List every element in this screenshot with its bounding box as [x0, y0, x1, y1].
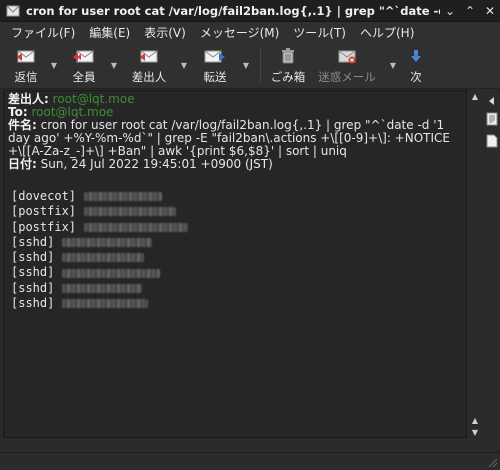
from-label: 差出人:	[8, 92, 49, 106]
menu-file[interactable]: ファイル(F)	[4, 24, 82, 41]
log-tag: [dovecot]	[11, 189, 77, 203]
forward-button[interactable]: 転送	[192, 43, 238, 87]
body-line: [sshd]	[11, 265, 466, 280]
log-tag: [sshd]	[11, 250, 55, 265]
subject-label: 件名:	[8, 118, 37, 132]
sender-icon	[140, 50, 158, 63]
scroll-down-button[interactable]: ▼	[469, 426, 481, 438]
document-icon[interactable]	[486, 112, 498, 126]
log-tag: [postfix]	[11, 219, 77, 234]
minimize-button[interactable]: ⌄	[440, 0, 460, 22]
menu-bar: ファイル(F) 編集(E) 表示(V) メッセージ(M) ツール(T) ヘルプ(…	[0, 22, 500, 43]
toolbar: 返信 ▼ 全員 ▼ 差出人 ▼ 転送 ▼ ごみ箱 迷惑メール ▼ 次	[0, 43, 500, 89]
forward-icon	[204, 50, 225, 63]
sender-label: 差出人	[131, 70, 167, 84]
menu-help[interactable]: ヘルプ(H)	[353, 24, 421, 41]
close-button[interactable]: ✕	[480, 0, 500, 22]
log-tag: [sshd]	[11, 280, 55, 295]
trash-button[interactable]: ごみ箱	[267, 43, 309, 87]
sender-dropdown[interactable]: ▼	[176, 43, 192, 87]
menu-message[interactable]: メッセージ(M)	[193, 24, 286, 41]
body-line: [postfix]	[11, 220, 466, 235]
body-line: [sshd]	[11, 281, 466, 296]
date-label: 日付:	[8, 157, 37, 171]
subject-value: cron for user root cat /var/log/fail2ban…	[8, 118, 450, 158]
subject-header: 件名: cron for user root cat /var/log/fail…	[8, 119, 462, 158]
reply-label: 返信	[14, 70, 38, 84]
redacted-ip	[62, 268, 161, 278]
log-tag: [sshd]	[11, 265, 55, 280]
junk-button[interactable]: 迷惑メール	[309, 43, 385, 87]
window-title: cron for user root cat /var/log/fail2ban…	[26, 3, 440, 18]
resize-grip-icon[interactable]	[488, 458, 498, 468]
maximize-button[interactable]: ⌃	[460, 0, 480, 22]
reply-all-dropdown[interactable]: ▼	[106, 43, 122, 87]
vertical-scrollbar[interactable]: ▲ ▲ ▼	[469, 90, 481, 438]
from-address[interactable]: root@lqt.moe	[53, 92, 135, 106]
menu-edit[interactable]: 編集(E)	[82, 24, 137, 41]
redacted-ip	[84, 207, 177, 217]
date-value: Sun, 24 Jul 2022 19:45:01 +0900 (JST)	[40, 157, 273, 171]
sender-button[interactable]: 差出人	[122, 43, 176, 87]
to-address[interactable]: root@lqt.moe	[31, 105, 113, 119]
redacted-ip	[62, 299, 149, 309]
reply-icon	[17, 50, 35, 63]
redacted-ip	[62, 238, 153, 248]
menu-tools[interactable]: ツール(T)	[286, 24, 353, 41]
trash-icon	[282, 48, 294, 64]
next-arrow-icon	[411, 50, 421, 62]
junk-dropdown[interactable]: ▼	[385, 43, 401, 87]
body-line: [sshd]	[11, 296, 466, 311]
scroll-up-button[interactable]: ▲	[469, 90, 481, 102]
date-header: 日付: Sun, 24 Jul 2022 19:45:01 +0900 (JST…	[8, 158, 462, 171]
trash-label: ごみ箱	[270, 70, 306, 84]
message-body: [dovecot] [postfix] [postfix] [sshd] [sshd][…	[4, 171, 466, 311]
log-tag: [postfix]	[11, 204, 77, 219]
forward-dropdown[interactable]: ▼	[238, 43, 254, 87]
message-headers: 差出人: root@lqt.moe To: root@lqt.moe 件名: c…	[4, 91, 466, 171]
app-icon	[6, 5, 20, 16]
side-panel	[484, 90, 500, 450]
reply-button[interactable]: 返信	[6, 43, 46, 87]
toolbar-separator	[260, 48, 261, 82]
redacted-ip	[84, 222, 189, 232]
reply-all-button[interactable]: 全員	[62, 43, 106, 87]
junk-icon	[338, 50, 356, 64]
horizontal-scrollbar[interactable]	[3, 438, 467, 450]
to-label: To:	[8, 105, 28, 119]
redacted-ip	[84, 192, 163, 202]
reply-dropdown[interactable]: ▼	[46, 43, 62, 87]
scroll-up-lower-button[interactable]: ▲	[469, 414, 481, 426]
body-line: [postfix]	[11, 204, 466, 219]
next-button[interactable]: 次	[401, 43, 431, 87]
log-tag: [sshd]	[11, 234, 55, 249]
reply-all-icon	[73, 50, 94, 63]
title-bar: cron for user root cat /var/log/fail2ban…	[0, 0, 500, 22]
reply-all-label: 全員	[72, 70, 96, 84]
body-line: [sshd]	[11, 250, 466, 265]
log-tag: [sshd]	[11, 296, 55, 311]
status-bar	[0, 452, 500, 470]
body-line: [sshd]	[11, 235, 466, 250]
menu-view[interactable]: 表示(V)	[137, 24, 193, 41]
page-icon[interactable]	[486, 134, 498, 148]
collapse-arrow-icon[interactable]	[486, 94, 498, 108]
forward-label: 転送	[203, 70, 227, 84]
next-label: 次	[410, 70, 422, 84]
junk-label: 迷惑メール	[318, 70, 376, 84]
body-line: [dovecot]	[11, 189, 466, 204]
redacted-ip	[62, 283, 143, 293]
message-pane[interactable]: 差出人: root@lqt.moe To: root@lqt.moe 件名: c…	[3, 90, 467, 438]
redacted-ip	[62, 253, 145, 263]
